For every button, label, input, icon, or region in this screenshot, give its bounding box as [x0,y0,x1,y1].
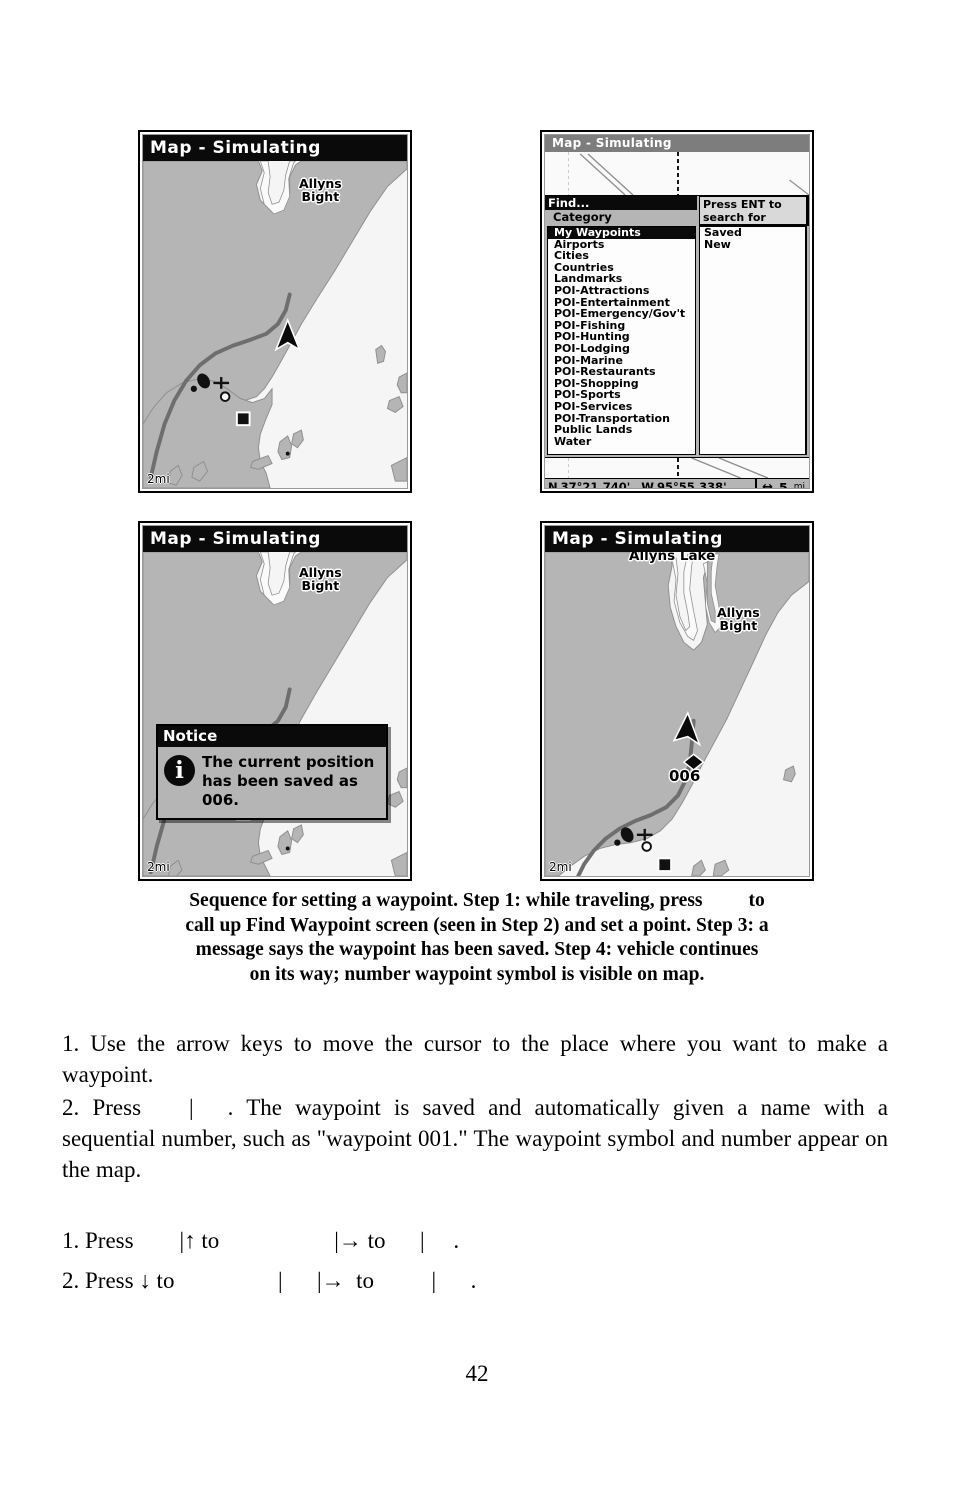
longitude-hemisphere: W [641,480,654,489]
body-paragraph-2-prefix: 2. Press [62,1095,142,1120]
find-subtitle-category: Category [545,210,697,225]
map-graphic-top-step2 [545,152,809,195]
device-screen-step2: Map - Simulating Find... Category Press … [540,130,814,493]
body-paragraph-2-rest: . The waypoint is saved and automaticall… [62,1095,888,1182]
map-strip-top-step2 [545,152,809,195]
titlebar-step4: Map - Simulating [545,526,809,552]
scale-unit: mi [793,482,805,489]
notice-dialog: Notice i The current position has been s… [156,724,388,820]
device-inner-step2: Map - Simulating Find... Category Press … [544,134,810,489]
device-inner-step3: Map - Simulating Allyns Bight Notice i T… [142,525,408,877]
status-coordinates: N 37°21.740' W 95°55.338' [545,480,735,489]
device-screen-step4: Map - Simulating Allyns Lake Allyns Bigh… [540,521,814,881]
body-paragraph-2-separator: | [189,1095,194,1120]
device-inner-step1: Map - Simulating Allyns Bight 2mi [142,134,408,489]
find-title: Find... [545,196,697,210]
body-paragraph-2: 2. Press |. The waypoint is saved and aut… [62,1092,888,1185]
notice-dialog-title: Notice [158,726,386,747]
notice-dialog-message: The current position has been saved as 0… [202,753,375,809]
category-item-water[interactable]: Water [548,436,695,448]
info-icon: i [164,755,195,786]
caption-line1-b: to [748,890,765,911]
latitude-value: 37°21.740' [560,480,631,489]
find-hint-text: Press ENT to search for waypoints in thi… [699,196,809,250]
map-canvas-step4[interactable]: Allyns Lake Allyns Bight 006 2mi [545,552,809,876]
find-header: Find... Category Press ENT to search for… [545,196,809,250]
titlebar-step1: Map - Simulating [143,135,407,161]
subcategory-item-saved[interactable]: Saved [700,227,805,239]
device-screen-step1: Map - Simulating Allyns Bight 2mi [138,130,412,493]
map-graphic-step4 [545,552,809,876]
category-item-my-waypoints[interactable]: My Waypoints [548,227,695,239]
find-header-left: Find... Category [545,196,697,226]
category-list[interactable]: My Waypoints Airports Cities Countries L… [547,226,696,455]
map-canvas-step3[interactable]: Allyns Bight Notice i The current positio… [143,552,407,876]
device-screen-step3: Map - Simulating Allyns Bight Notice i T… [138,521,412,881]
subcategory-item-new[interactable]: New [700,238,805,251]
category-item-poi-lodging[interactable]: POI-Lodging [548,343,695,355]
category-item-public-lands[interactable]: Public Lands [548,424,695,436]
figure-caption: Sequence for setting a waypoint. Step 1:… [60,889,894,987]
find-lists: My Waypoints Airports Cities Countries L… [545,226,809,457]
caption-line4: on its way; number waypoint symbol is vi… [249,963,705,985]
map-graphic-step1 [143,161,407,488]
titlebar-step2: Map - Simulating [545,135,809,152]
map-strip-bottom-step2: N 37°21.740' W 95°55.338' ↔ 5 mi [545,458,809,489]
step-line-2: 2. Press ↓ to | |→ to | . [62,1268,477,1293]
caption-line1-a: Sequence for setting a waypoint. Step 1:… [189,890,703,911]
status-scale: ↔ 5 mi [755,479,809,489]
map-scale-step3: 2mi [147,860,170,874]
longitude-value: 95°55.338' [656,480,727,489]
status-bar-step2: N 37°21.740' W 95°55.338' ↔ 5 mi [545,478,809,489]
page-number: 42 [465,1361,489,1386]
step-line-1: 1. Press |↑ to |→ to | . [62,1228,460,1253]
category-item-poi-restaurants[interactable]: POI-Restaurants [548,366,695,378]
scale-value: 5 [779,479,788,489]
left-right-arrow-icon: ↔ [762,479,774,489]
category-item-poi-attractions[interactable]: POI-Attractions [548,285,695,297]
subcategory-list[interactable]: Saved New [699,226,807,455]
body-paragraph-1: 1. Use the arrow keys to move the cursor… [62,1031,888,1087]
map-scale-step1: 2mi [147,472,170,486]
map-graphic-step3 [143,552,407,876]
map-canvas-step1[interactable]: Allyns Bight 2mi [143,161,407,488]
category-item-poi-services[interactable]: POI-Services [548,401,695,413]
category-item-poi-emergency-govt[interactable]: POI-Emergency/Gov't [548,308,695,320]
notice-dialog-body: i The current position has been saved as… [158,747,386,818]
find-panel: Find... Category Press ENT to search for… [545,195,809,458]
device-inner-step4: Map - Simulating Allyns Lake Allyns Bigh… [544,525,810,877]
caption-line2: call up Find Waypoint screen (seen in St… [185,914,769,936]
map-scale-step4: 2mi [549,860,572,874]
caption-line3: message says the waypoint has been saved… [195,939,759,961]
latitude-hemisphere: N [548,480,558,489]
titlebar-step3: Map - Simulating [143,526,407,552]
